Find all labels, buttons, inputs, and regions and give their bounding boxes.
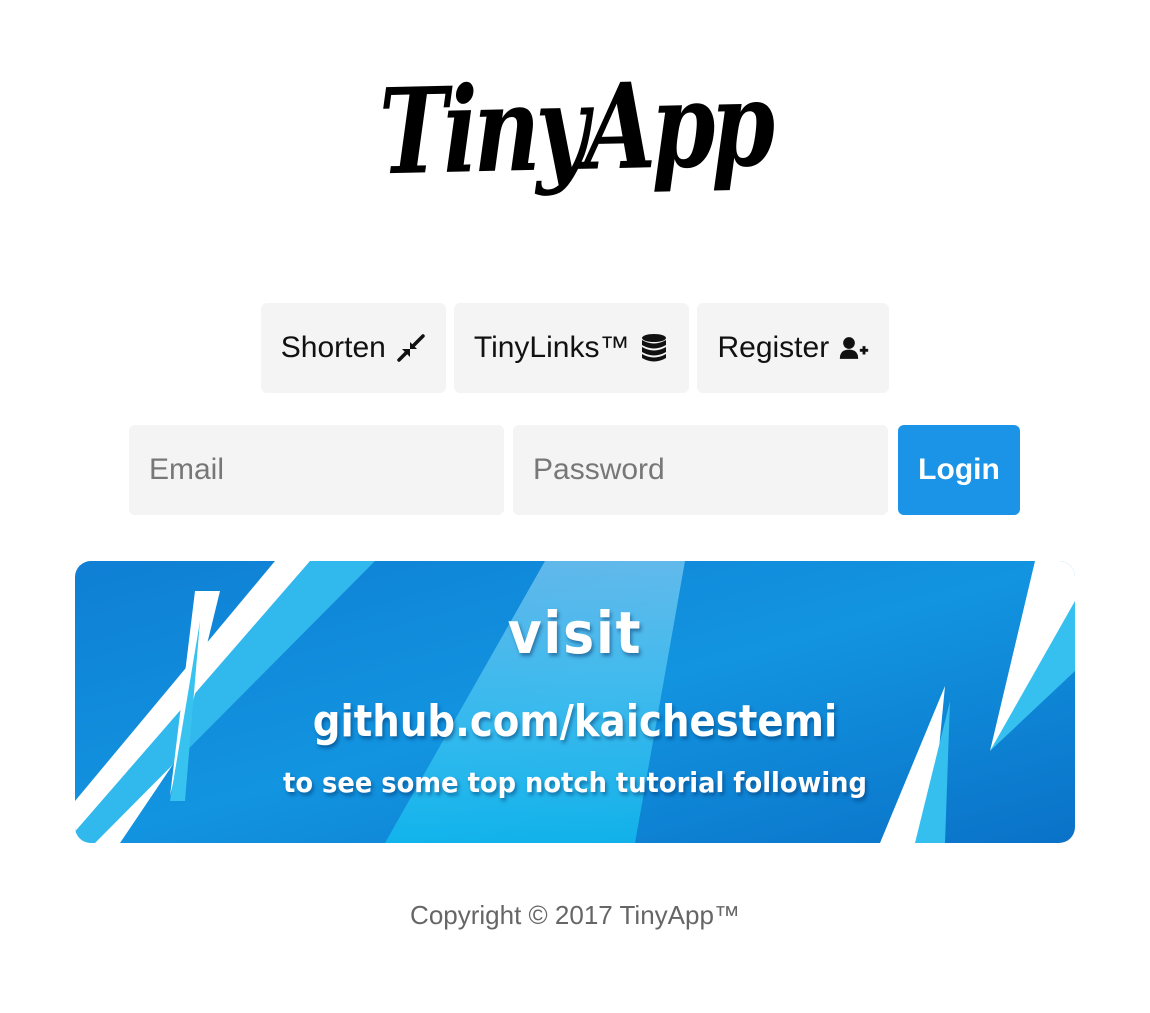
email-field[interactable] xyxy=(129,425,504,515)
page: TinyApp Shorten TinyLinks™ Register Emai… xyxy=(0,0,1150,1013)
banner-line-tagline: to see some top notch tutorial following xyxy=(283,766,867,799)
nav-tinylinks-button[interactable]: TinyLinks™ xyxy=(453,303,690,393)
login-button[interactable]: Login xyxy=(898,425,1020,515)
logo-text: TinyApp xyxy=(378,53,772,202)
nav-register-button[interactable]: Register xyxy=(697,303,890,393)
user-plus-icon xyxy=(839,333,869,363)
nav-tinylinks-label: TinyLinks™ xyxy=(473,331,630,364)
banner-line-url: github.com/kaichestemi xyxy=(312,696,838,747)
nav-shorten-label: Shorten xyxy=(280,331,386,364)
compress-arrows-icon xyxy=(396,333,426,363)
database-icon xyxy=(639,333,669,363)
banner-line-visit: visit xyxy=(507,599,643,667)
logo[interactable]: TinyApp xyxy=(0,54,1150,202)
footer-copyright: Copyright © 2017 TinyApp™ xyxy=(410,900,740,930)
password-field[interactable] xyxy=(513,425,888,515)
main-nav: Shorten TinyLinks™ Register xyxy=(0,303,1150,393)
nav-register-label: Register xyxy=(717,331,830,364)
promo-banner[interactable]: visit github.com/kaichestemi to see some… xyxy=(75,561,1075,843)
login-form: Login xyxy=(129,425,1020,515)
nav-shorten-button[interactable]: Shorten xyxy=(260,303,446,393)
